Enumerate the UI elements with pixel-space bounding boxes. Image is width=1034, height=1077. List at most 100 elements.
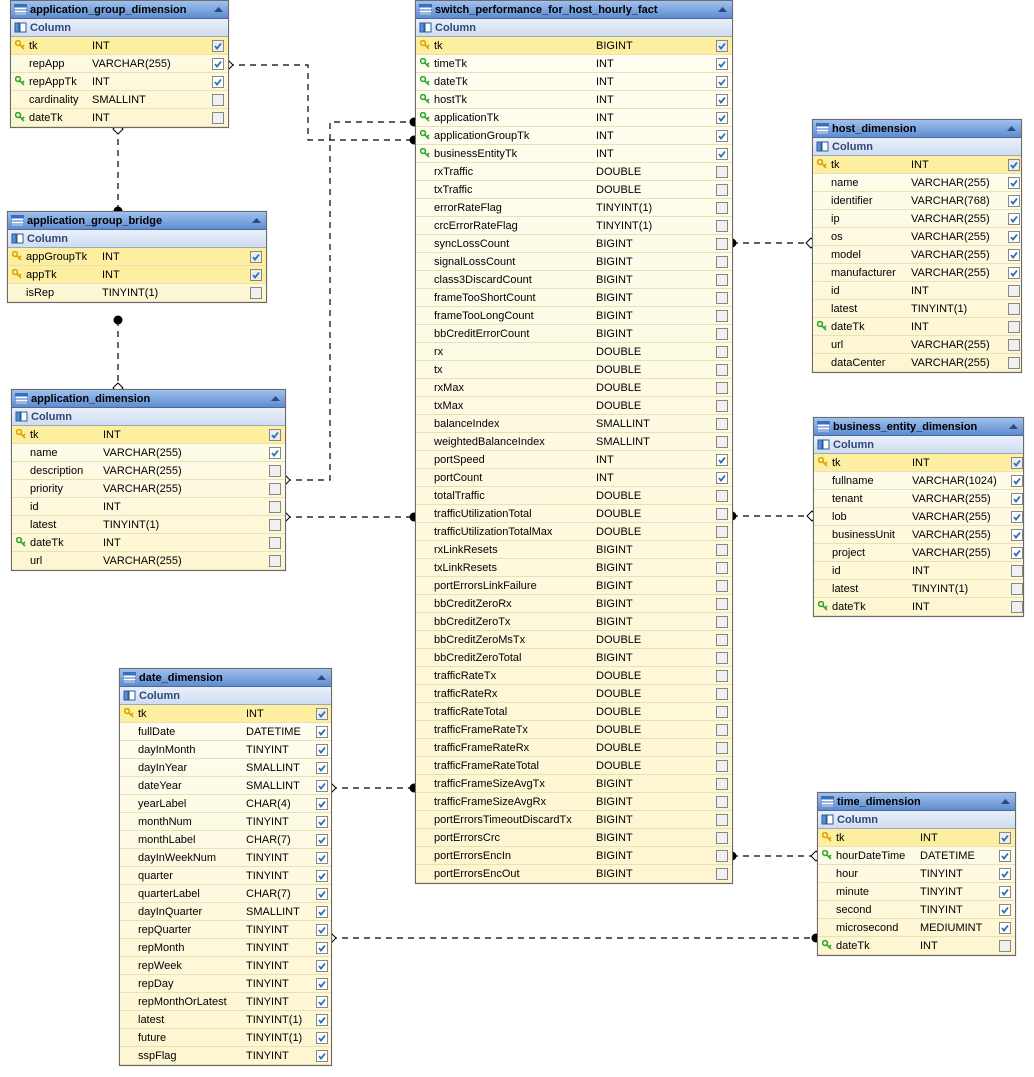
- table-row[interactable]: txLinkResetsBIGINT: [416, 559, 732, 577]
- checkbox[interactable]: [715, 705, 729, 719]
- table-row[interactable]: monthNumTINYINT: [120, 813, 331, 831]
- checkbox[interactable]: [315, 923, 329, 937]
- checkbox[interactable]: [315, 833, 329, 847]
- checkbox[interactable]: [998, 921, 1012, 935]
- collapse-icon[interactable]: [315, 671, 328, 684]
- checkbox[interactable]: [715, 615, 729, 629]
- table-row[interactable]: trafficFrameRateTotalDOUBLE: [416, 757, 732, 775]
- table-row[interactable]: dayInWeekNumTINYINT: [120, 849, 331, 867]
- checkbox[interactable]: [715, 723, 729, 737]
- table-row[interactable]: yearLabelCHAR(4): [120, 795, 331, 813]
- table-row[interactable]: latestTINYINT(1): [813, 300, 1021, 318]
- collapse-icon[interactable]: [1007, 420, 1020, 433]
- table-row[interactable]: manufacturerVARCHAR(255): [813, 264, 1021, 282]
- table-row[interactable]: identifierVARCHAR(768): [813, 192, 1021, 210]
- checkbox[interactable]: [268, 554, 282, 568]
- table-host_dimension[interactable]: host_dimensionColumntkINTnameVARCHAR(255…: [812, 119, 1022, 373]
- checkbox[interactable]: [715, 651, 729, 665]
- checkbox[interactable]: [715, 219, 729, 233]
- table-row[interactable]: minuteTINYINT: [818, 883, 1015, 901]
- table-row[interactable]: businessEntityTkINT: [416, 145, 732, 163]
- table-row[interactable]: portSpeedINT: [416, 451, 732, 469]
- table-row[interactable]: tkINT: [12, 426, 285, 444]
- table-row[interactable]: fullDateDATETIME: [120, 723, 331, 741]
- table-row[interactable]: portErrorsEncOutBIGINT: [416, 865, 732, 883]
- table-row[interactable]: txMaxDOUBLE: [416, 397, 732, 415]
- table-time_dimension[interactable]: time_dimensionColumntkINThourDateTimeDAT…: [817, 792, 1016, 956]
- table-row[interactable]: tkINT: [11, 37, 228, 55]
- checkbox[interactable]: [715, 183, 729, 197]
- checkbox[interactable]: [998, 903, 1012, 917]
- table-row[interactable]: bbCreditErrorCountBIGINT: [416, 325, 732, 343]
- table-row[interactable]: crcErrorRateFlagTINYINT(1): [416, 217, 732, 235]
- table-row[interactable]: nameVARCHAR(255): [12, 444, 285, 462]
- checkbox[interactable]: [715, 525, 729, 539]
- checkbox[interactable]: [1007, 266, 1021, 280]
- table-row[interactable]: errorRateFlagTINYINT(1): [416, 199, 732, 217]
- checkbox[interactable]: [249, 250, 263, 264]
- checkbox[interactable]: [268, 446, 282, 460]
- table-row[interactable]: trafficRateRxDOUBLE: [416, 685, 732, 703]
- checkbox[interactable]: [1010, 492, 1024, 506]
- table-row[interactable]: microsecondMEDIUMINT: [818, 919, 1015, 937]
- table-row[interactable]: dateTkINT: [416, 73, 732, 91]
- table-row[interactable]: trafficFrameRateTxDOUBLE: [416, 721, 732, 739]
- table-row[interactable]: dateTkINT: [12, 534, 285, 552]
- table-row[interactable]: rxDOUBLE: [416, 343, 732, 361]
- table-row[interactable]: lobVARCHAR(255): [814, 508, 1023, 526]
- checkbox[interactable]: [315, 959, 329, 973]
- table-row[interactable]: isRepTINYINT(1): [8, 284, 266, 302]
- table-row[interactable]: bbCreditZeroRxBIGINT: [416, 595, 732, 613]
- table-row[interactable]: monthLabelCHAR(7): [120, 831, 331, 849]
- table-row[interactable]: quarterLabelCHAR(7): [120, 885, 331, 903]
- checkbox[interactable]: [715, 597, 729, 611]
- checkbox[interactable]: [715, 57, 729, 71]
- collapse-icon[interactable]: [269, 392, 282, 405]
- checkbox[interactable]: [715, 147, 729, 161]
- checkbox[interactable]: [715, 471, 729, 485]
- table-row[interactable]: frameTooLongCountBIGINT: [416, 307, 732, 325]
- checkbox[interactable]: [715, 435, 729, 449]
- table-row[interactable]: txTrafficDOUBLE: [416, 181, 732, 199]
- table-row[interactable]: syncLossCountBIGINT: [416, 235, 732, 253]
- table-row[interactable]: appGroupTkINT: [8, 248, 266, 266]
- collapse-icon[interactable]: [250, 214, 263, 227]
- table-row[interactable]: dayInMonthTINYINT: [120, 741, 331, 759]
- table-header[interactable]: business_entity_dimension: [814, 418, 1023, 436]
- checkbox[interactable]: [268, 464, 282, 478]
- table-row[interactable]: portErrorsTimeoutDiscardTxBIGINT: [416, 811, 732, 829]
- table-row[interactable]: trafficUtilizationTotalMaxDOUBLE: [416, 523, 732, 541]
- checkbox[interactable]: [998, 849, 1012, 863]
- checkbox[interactable]: [268, 536, 282, 550]
- table-row[interactable]: trafficFrameRateRxDOUBLE: [416, 739, 732, 757]
- checkbox[interactable]: [1007, 194, 1021, 208]
- checkbox[interactable]: [715, 687, 729, 701]
- checkbox[interactable]: [1010, 474, 1024, 488]
- table-row[interactable]: dayInYearSMALLINT: [120, 759, 331, 777]
- checkbox[interactable]: [1007, 338, 1021, 352]
- checkbox[interactable]: [249, 286, 263, 300]
- table-row[interactable]: balanceIndexSMALLINT: [416, 415, 732, 433]
- table-row[interactable]: tenantVARCHAR(255): [814, 490, 1023, 508]
- checkbox[interactable]: [211, 75, 225, 89]
- checkbox[interactable]: [1010, 510, 1024, 524]
- checkbox[interactable]: [715, 633, 729, 647]
- table-row[interactable]: idINT: [814, 562, 1023, 580]
- checkbox[interactable]: [715, 759, 729, 773]
- checkbox[interactable]: [1010, 582, 1024, 596]
- checkbox[interactable]: [715, 273, 729, 287]
- table-row[interactable]: businessUnitVARCHAR(255): [814, 526, 1023, 544]
- table-row[interactable]: bbCreditZeroMsTxDOUBLE: [416, 631, 732, 649]
- checkbox[interactable]: [315, 743, 329, 757]
- table-row[interactable]: repAppTkINT: [11, 73, 228, 91]
- table-application_dimension[interactable]: application_dimensionColumntkINTnameVARC…: [11, 389, 286, 571]
- checkbox[interactable]: [1010, 546, 1024, 560]
- table-row[interactable]: appTkINT: [8, 266, 266, 284]
- checkbox[interactable]: [315, 1031, 329, 1045]
- checkbox[interactable]: [715, 543, 729, 557]
- table-header[interactable]: application_dimension: [12, 390, 285, 408]
- table-row[interactable]: repMonthTINYINT: [120, 939, 331, 957]
- checkbox[interactable]: [715, 93, 729, 107]
- checkbox[interactable]: [1007, 356, 1021, 370]
- table-header[interactable]: host_dimension: [813, 120, 1021, 138]
